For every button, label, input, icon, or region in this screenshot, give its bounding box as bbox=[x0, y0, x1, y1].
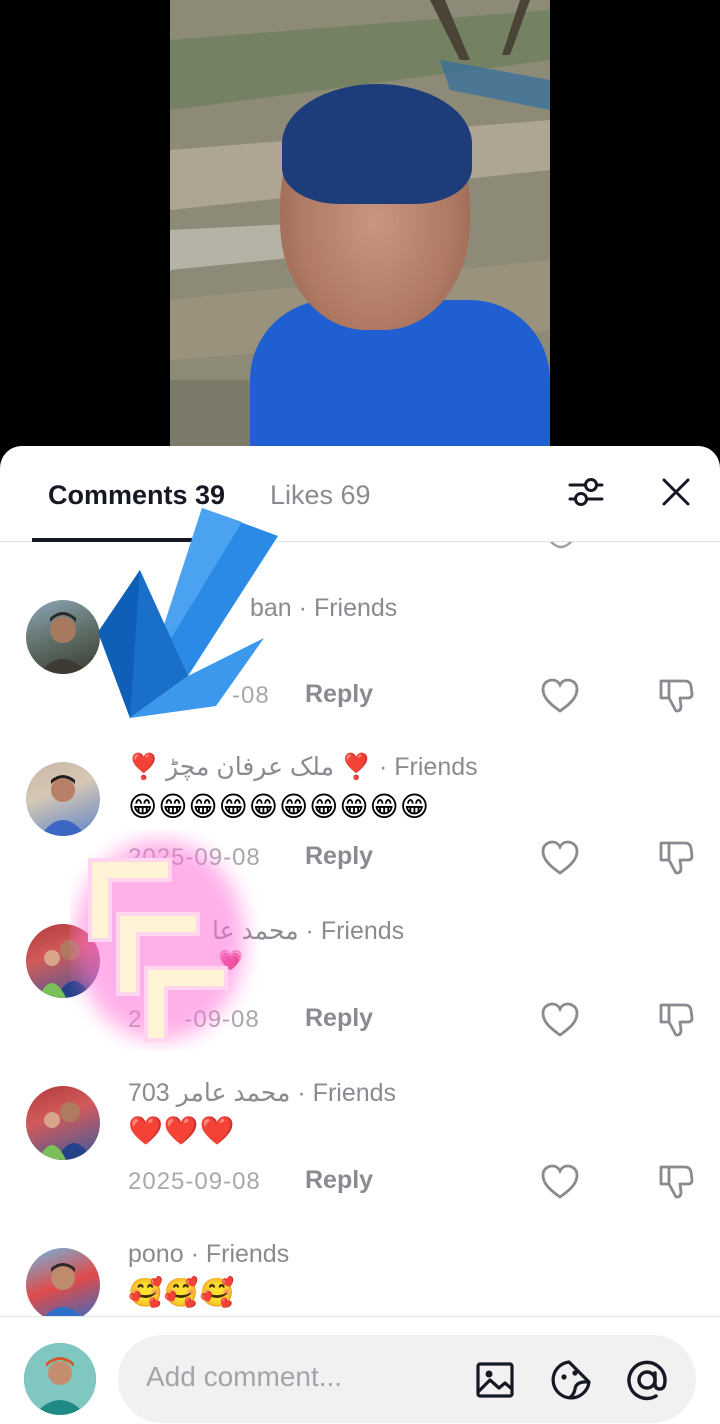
heart-outline-icon[interactable] bbox=[541, 678, 579, 714]
heart-outline-icon[interactable] bbox=[541, 1002, 579, 1038]
thumbs-down-icon[interactable] bbox=[657, 676, 695, 714]
close-icon[interactable] bbox=[654, 470, 698, 514]
avatar[interactable] bbox=[26, 1086, 100, 1160]
comment-text: 🥰🥰🥰 bbox=[128, 1277, 236, 1308]
comment-date: 2025-09-08 bbox=[128, 1168, 261, 1195]
avatar[interactable] bbox=[26, 762, 100, 836]
reply-button[interactable]: Reply bbox=[305, 1166, 373, 1195]
avatar[interactable] bbox=[26, 1248, 100, 1318]
thumbs-down-icon[interactable] bbox=[657, 838, 695, 876]
heart-outline-icon[interactable] bbox=[541, 1164, 579, 1200]
sliders-icon[interactable] bbox=[564, 470, 608, 514]
subject-hair bbox=[282, 84, 472, 204]
comment-input[interactable]: Add comment... bbox=[118, 1335, 696, 1423]
comment-text: 😁😁😁😁😁😁😁😁😁😁 bbox=[128, 791, 430, 822]
at-icon[interactable] bbox=[624, 1357, 670, 1403]
reply-button[interactable]: Reply bbox=[305, 1004, 373, 1033]
pink-glow-sticker bbox=[75, 840, 245, 1042]
comment-author[interactable]: ❣️ ملک عرفان مچڑ ❣️ · Friends bbox=[128, 752, 478, 782]
image-icon[interactable] bbox=[472, 1357, 518, 1403]
reply-button[interactable]: Reply bbox=[305, 842, 373, 871]
blue-arrow-sticker bbox=[98, 508, 278, 718]
comment-composer: Add comment... bbox=[0, 1316, 720, 1424]
comment-text: ❤️❤️❤️ bbox=[128, 1115, 236, 1146]
comment-input-placeholder: Add comment... bbox=[146, 1361, 343, 1392]
heart-outline-icon[interactable] bbox=[545, 542, 577, 552]
comment-item: pono · Friends 🥰🥰🥰 bbox=[0, 1228, 720, 1318]
comment-author[interactable]: 703 محمد عامر · Friends bbox=[128, 1078, 396, 1108]
heart-outline-icon[interactable] bbox=[541, 840, 579, 876]
comment-item: 703 محمد عامر · Friends ❤️❤️❤️ 2025-09-0… bbox=[0, 1066, 720, 1216]
avatar[interactable] bbox=[26, 600, 100, 674]
thumbs-down-icon[interactable] bbox=[657, 1000, 695, 1038]
comment-author[interactable]: pono · Friends bbox=[128, 1240, 289, 1269]
screen: Comments 39 Likes 69 ban · Friends -08 R… bbox=[0, 0, 720, 1424]
avatar[interactable] bbox=[24, 1343, 96, 1415]
thumbs-down-icon[interactable] bbox=[657, 1162, 695, 1200]
video-player[interactable] bbox=[170, 0, 550, 450]
reply-button[interactable]: Reply bbox=[305, 680, 373, 709]
sticker-icon[interactable] bbox=[548, 1357, 594, 1403]
